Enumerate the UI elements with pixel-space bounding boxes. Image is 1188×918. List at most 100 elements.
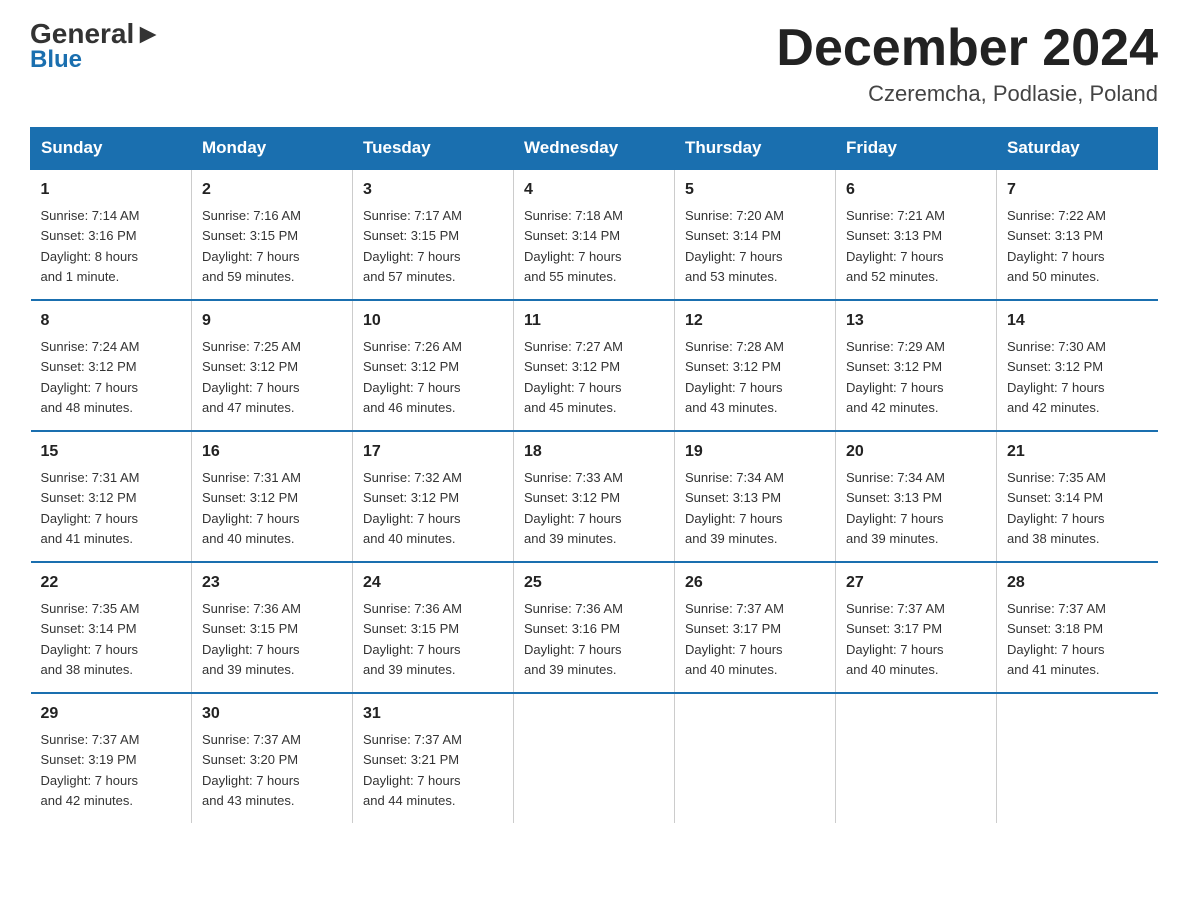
table-row: 18 Sunrise: 7:33 AMSunset: 3:12 PMDaylig… — [514, 431, 675, 562]
day-number: 21 — [1007, 440, 1148, 464]
table-row — [997, 693, 1158, 823]
day-number: 11 — [524, 309, 664, 333]
table-row: 9 Sunrise: 7:25 AMSunset: 3:12 PMDayligh… — [192, 300, 353, 431]
logo: General► Blue — [30, 20, 162, 74]
calendar-week-row: 15 Sunrise: 7:31 AMSunset: 3:12 PMDaylig… — [31, 431, 1158, 562]
table-row: 31 Sunrise: 7:37 AMSunset: 3:21 PMDaylig… — [353, 693, 514, 823]
table-row: 20 Sunrise: 7:34 AMSunset: 3:13 PMDaylig… — [836, 431, 997, 562]
day-info: Sunrise: 7:34 AMSunset: 3:13 PMDaylight:… — [846, 470, 945, 546]
day-number: 13 — [846, 309, 986, 333]
day-number: 28 — [1007, 571, 1148, 595]
day-number: 26 — [685, 571, 825, 595]
day-number: 10 — [363, 309, 503, 333]
table-row: 5 Sunrise: 7:20 AMSunset: 3:14 PMDayligh… — [675, 169, 836, 300]
day-number: 5 — [685, 178, 825, 202]
day-number: 17 — [363, 440, 503, 464]
day-number: 31 — [363, 702, 503, 726]
table-row: 23 Sunrise: 7:36 AMSunset: 3:15 PMDaylig… — [192, 562, 353, 693]
day-info: Sunrise: 7:18 AMSunset: 3:14 PMDaylight:… — [524, 208, 623, 284]
table-row: 27 Sunrise: 7:37 AMSunset: 3:17 PMDaylig… — [836, 562, 997, 693]
table-row: 21 Sunrise: 7:35 AMSunset: 3:14 PMDaylig… — [997, 431, 1158, 562]
day-info: Sunrise: 7:16 AMSunset: 3:15 PMDaylight:… — [202, 208, 301, 284]
day-number: 24 — [363, 571, 503, 595]
table-row: 19 Sunrise: 7:34 AMSunset: 3:13 PMDaylig… — [675, 431, 836, 562]
day-number: 3 — [363, 178, 503, 202]
calendar-header-row: Sunday Monday Tuesday Wednesday Thursday… — [31, 128, 1158, 170]
calendar-week-row: 29 Sunrise: 7:37 AMSunset: 3:19 PMDaylig… — [31, 693, 1158, 823]
day-number: 1 — [41, 178, 182, 202]
month-year: December 2024 — [776, 20, 1158, 77]
day-number: 16 — [202, 440, 342, 464]
day-number: 19 — [685, 440, 825, 464]
logo-line2: Blue — [30, 46, 82, 74]
col-header-friday: Friday — [836, 128, 997, 170]
table-row: 25 Sunrise: 7:36 AMSunset: 3:16 PMDaylig… — [514, 562, 675, 693]
day-info: Sunrise: 7:34 AMSunset: 3:13 PMDaylight:… — [685, 470, 784, 546]
day-info: Sunrise: 7:35 AMSunset: 3:14 PMDaylight:… — [41, 601, 140, 677]
col-header-monday: Monday — [192, 128, 353, 170]
table-row: 26 Sunrise: 7:37 AMSunset: 3:17 PMDaylig… — [675, 562, 836, 693]
day-info: Sunrise: 7:32 AMSunset: 3:12 PMDaylight:… — [363, 470, 462, 546]
day-info: Sunrise: 7:20 AMSunset: 3:14 PMDaylight:… — [685, 208, 784, 284]
table-row: 28 Sunrise: 7:37 AMSunset: 3:18 PMDaylig… — [997, 562, 1158, 693]
table-row: 3 Sunrise: 7:17 AMSunset: 3:15 PMDayligh… — [353, 169, 514, 300]
table-row: 29 Sunrise: 7:37 AMSunset: 3:19 PMDaylig… — [31, 693, 192, 823]
day-number: 4 — [524, 178, 664, 202]
col-header-tuesday: Tuesday — [353, 128, 514, 170]
day-number: 12 — [685, 309, 825, 333]
table-row: 16 Sunrise: 7:31 AMSunset: 3:12 PMDaylig… — [192, 431, 353, 562]
table-row: 22 Sunrise: 7:35 AMSunset: 3:14 PMDaylig… — [31, 562, 192, 693]
day-info: Sunrise: 7:28 AMSunset: 3:12 PMDaylight:… — [685, 339, 784, 415]
table-row: 11 Sunrise: 7:27 AMSunset: 3:12 PMDaylig… — [514, 300, 675, 431]
day-info: Sunrise: 7:31 AMSunset: 3:12 PMDaylight:… — [41, 470, 140, 546]
day-info: Sunrise: 7:17 AMSunset: 3:15 PMDaylight:… — [363, 208, 462, 284]
table-row: 24 Sunrise: 7:36 AMSunset: 3:15 PMDaylig… — [353, 562, 514, 693]
day-info: Sunrise: 7:37 AMSunset: 3:18 PMDaylight:… — [1007, 601, 1106, 677]
table-row: 6 Sunrise: 7:21 AMSunset: 3:13 PMDayligh… — [836, 169, 997, 300]
day-info: Sunrise: 7:27 AMSunset: 3:12 PMDaylight:… — [524, 339, 623, 415]
day-number: 8 — [41, 309, 182, 333]
day-info: Sunrise: 7:26 AMSunset: 3:12 PMDaylight:… — [363, 339, 462, 415]
day-number: 15 — [41, 440, 182, 464]
table-row — [836, 693, 997, 823]
col-header-wednesday: Wednesday — [514, 128, 675, 170]
day-info: Sunrise: 7:37 AMSunset: 3:21 PMDaylight:… — [363, 732, 462, 808]
day-info: Sunrise: 7:25 AMSunset: 3:12 PMDaylight:… — [202, 339, 301, 415]
table-row: 30 Sunrise: 7:37 AMSunset: 3:20 PMDaylig… — [192, 693, 353, 823]
col-header-thursday: Thursday — [675, 128, 836, 170]
day-info: Sunrise: 7:37 AMSunset: 3:20 PMDaylight:… — [202, 732, 301, 808]
table-row: 7 Sunrise: 7:22 AMSunset: 3:13 PMDayligh… — [997, 169, 1158, 300]
location: Czeremcha, Podlasie, Poland — [776, 81, 1158, 107]
table-row: 12 Sunrise: 7:28 AMSunset: 3:12 PMDaylig… — [675, 300, 836, 431]
table-row: 2 Sunrise: 7:16 AMSunset: 3:15 PMDayligh… — [192, 169, 353, 300]
table-row — [514, 693, 675, 823]
day-info: Sunrise: 7:37 AMSunset: 3:19 PMDaylight:… — [41, 732, 140, 808]
day-number: 7 — [1007, 178, 1148, 202]
day-info: Sunrise: 7:24 AMSunset: 3:12 PMDaylight:… — [41, 339, 140, 415]
day-info: Sunrise: 7:37 AMSunset: 3:17 PMDaylight:… — [685, 601, 784, 677]
table-row: 8 Sunrise: 7:24 AMSunset: 3:12 PMDayligh… — [31, 300, 192, 431]
day-info: Sunrise: 7:14 AMSunset: 3:16 PMDaylight:… — [41, 208, 140, 284]
table-row: 14 Sunrise: 7:30 AMSunset: 3:12 PMDaylig… — [997, 300, 1158, 431]
day-number: 6 — [846, 178, 986, 202]
calendar-week-row: 8 Sunrise: 7:24 AMSunset: 3:12 PMDayligh… — [31, 300, 1158, 431]
day-info: Sunrise: 7:35 AMSunset: 3:14 PMDaylight:… — [1007, 470, 1106, 546]
day-number: 30 — [202, 702, 342, 726]
day-info: Sunrise: 7:29 AMSunset: 3:12 PMDaylight:… — [846, 339, 945, 415]
day-number: 18 — [524, 440, 664, 464]
table-row: 4 Sunrise: 7:18 AMSunset: 3:14 PMDayligh… — [514, 169, 675, 300]
logo-line1: General► — [30, 20, 162, 48]
day-number: 25 — [524, 571, 664, 595]
day-number: 23 — [202, 571, 342, 595]
day-info: Sunrise: 7:21 AMSunset: 3:13 PMDaylight:… — [846, 208, 945, 284]
day-info: Sunrise: 7:31 AMSunset: 3:12 PMDaylight:… — [202, 470, 301, 546]
day-info: Sunrise: 7:37 AMSunset: 3:17 PMDaylight:… — [846, 601, 945, 677]
day-info: Sunrise: 7:30 AMSunset: 3:12 PMDaylight:… — [1007, 339, 1106, 415]
calendar-week-row: 22 Sunrise: 7:35 AMSunset: 3:14 PMDaylig… — [31, 562, 1158, 693]
calendar-table: Sunday Monday Tuesday Wednesday Thursday… — [30, 127, 1158, 823]
day-number: 2 — [202, 178, 342, 202]
day-info: Sunrise: 7:36 AMSunset: 3:15 PMDaylight:… — [363, 601, 462, 677]
col-header-sunday: Sunday — [31, 128, 192, 170]
day-number: 14 — [1007, 309, 1148, 333]
day-number: 29 — [41, 702, 182, 726]
